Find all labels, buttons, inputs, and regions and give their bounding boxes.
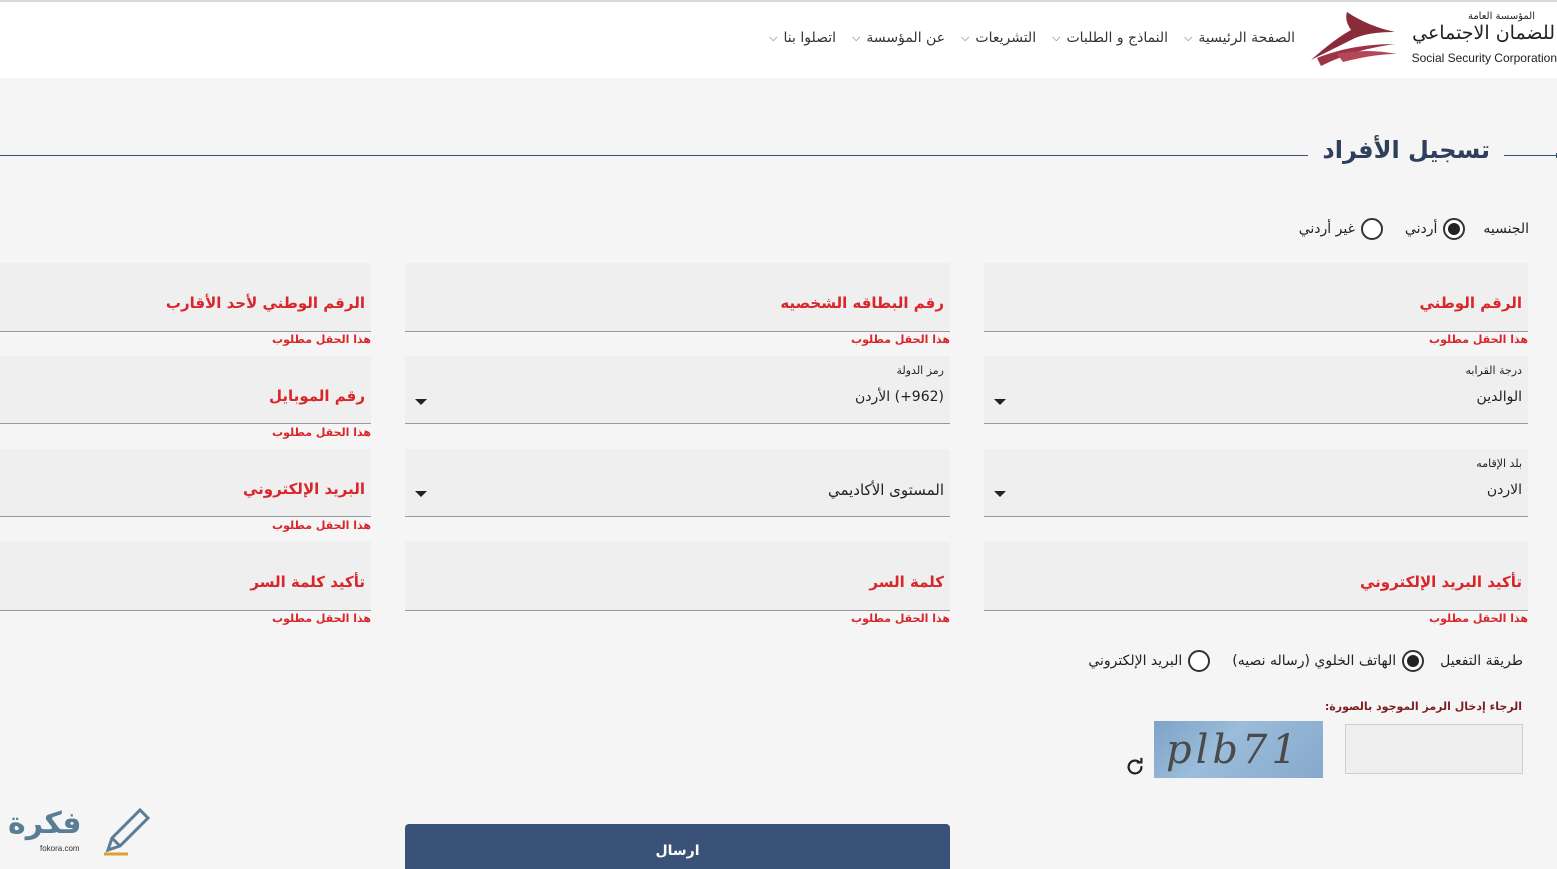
watermark-text: فكرة — [8, 806, 82, 841]
nav-label: النماذج و الطلبات — [1066, 30, 1169, 46]
nav-label: التشريعات — [975, 30, 1037, 46]
caret-down-icon — [994, 399, 1006, 405]
nationality-label: الجنسيه — [1483, 221, 1529, 237]
id-card-error: هذا الحقل مطلوب — [851, 333, 950, 346]
id-card-field[interactable]: رقم البطاقه الشخصيه — [405, 263, 950, 332]
watermark-sub: fokora.com — [40, 844, 80, 853]
logo-main-text: للضمان الاجتماعي — [1412, 22, 1555, 44]
logo-small-text: المؤسسة العامة — [1467, 11, 1535, 22]
password-field[interactable]: كلمة السر — [405, 542, 950, 611]
relation-value: الوالدين — [1476, 389, 1522, 405]
ssc-logo[interactable]: المؤسسة العامة للضمان الاجتماعي Social S… — [1307, 8, 1557, 72]
title-divider-end — [1553, 153, 1557, 158]
mobile-error: هذا الحقل مطلوب — [272, 426, 371, 439]
nav-item-contact[interactable]: اتصلوا بنا ⌵ — [769, 30, 836, 46]
national-id-label: الرقم الوطني — [1419, 294, 1522, 312]
caret-down-icon — [415, 399, 427, 405]
nav-item-legislation[interactable]: التشريعات ⌵ — [961, 30, 1036, 46]
residence-value: الاردن — [1486, 482, 1522, 498]
chevron-down-icon: ⌵ — [961, 31, 970, 44]
captcha-image-text: plb71 — [1166, 727, 1301, 773]
relative-id-error: هذا الحقل مطلوب — [272, 333, 371, 346]
activation-group: طريقة التفعيل الهاتف الخلوي (رساله نصيه)… — [1088, 650, 1523, 672]
page-title: تسجيل الأفراد — [1308, 136, 1504, 164]
password-confirm-label: تأكيد كلمة السر — [250, 573, 365, 591]
password-confirm-error: هذا الحقل مطلوب — [272, 612, 371, 625]
radio-email[interactable] — [1188, 650, 1211, 672]
nav-item-forms[interactable]: النماذج و الطلبات ⌵ — [1052, 30, 1168, 46]
nav-item-about[interactable]: عن المؤسسة ⌵ — [852, 30, 945, 46]
relative-id-field[interactable]: الرقم الوطني لأحد الأقارب — [0, 263, 371, 332]
nav-label: الصفحة الرئيسية — [1198, 30, 1295, 46]
logo-text: المؤسسة العامة للضمان الاجتماعي Social S… — [1407, 8, 1557, 72]
captcha-input[interactable] — [1345, 724, 1523, 774]
radio-non-jordanian[interactable] — [1360, 218, 1383, 240]
chevron-down-icon: ⌵ — [1184, 31, 1193, 44]
email-confirm-error: هذا الحقل مطلوب — [1429, 612, 1528, 625]
id-card-label: رقم البطاقه الشخصيه — [780, 294, 944, 312]
education-select[interactable]: المستوى الأكاديمي — [405, 449, 950, 517]
radio-non-jordanian-label: غير أردني — [1298, 221, 1355, 237]
nav-label: اتصلوا بنا — [783, 30, 837, 46]
national-id-field[interactable]: الرقم الوطني — [984, 263, 1528, 332]
nav-label: عن المؤسسة — [866, 30, 946, 46]
main-nav: الصفحة الرئيسية ⌵ النماذج و الطلبات ⌵ التش… — [769, 30, 1295, 46]
email-error: هذا الحقل مطلوب — [272, 519, 371, 532]
residence-label: بلد الإقامه — [1476, 457, 1522, 470]
chevron-down-icon: ⌵ — [852, 31, 861, 44]
caret-down-icon — [415, 491, 427, 497]
top-header: المؤسسة العامة للضمان الاجتماعي Social S… — [0, 0, 1557, 78]
logo-english-text: Social Security Corporation — [1411, 51, 1557, 65]
mobile-label: رقم الموبايل — [269, 387, 365, 405]
captcha-image: plb71 — [1154, 721, 1323, 778]
caret-down-icon — [994, 491, 1006, 497]
education-label: المستوى الأكاديمي — [827, 481, 944, 499]
password-error: هذا الحقل مطلوب — [851, 612, 950, 625]
radio-mobile-sms[interactable] — [1402, 650, 1425, 672]
radio-jordanian[interactable] — [1443, 218, 1466, 240]
chevron-down-icon: ⌵ — [1052, 31, 1061, 44]
submit-button[interactable]: ارسال — [405, 824, 950, 869]
captcha-label: الرجاء إدخال الرمز الموجود بالصورة: — [1324, 700, 1522, 713]
email-confirm-label: تأكيد البريد الإلكتروني — [1360, 573, 1522, 591]
nationality-group: الجنسيه أردني غير أردني — [1299, 218, 1529, 240]
nav-item-home[interactable]: الصفحة الرئيسية ⌵ — [1184, 30, 1295, 46]
email-confirm-field[interactable]: تأكيد البريد الإلكتروني — [984, 542, 1528, 611]
relative-id-label: الرقم الوطني لأحد الأقارب — [165, 294, 365, 312]
country-code-value: (962+) الأردن — [855, 389, 944, 405]
pencil-icon — [104, 807, 150, 856]
email-field[interactable]: البريد الإلكتروني — [0, 449, 371, 517]
radio-jordanian-label: أردني — [1404, 221, 1438, 237]
password-label: كلمة السر — [869, 573, 944, 591]
chevron-down-icon: ⌵ — [769, 31, 778, 44]
refresh-icon[interactable] — [1124, 756, 1146, 778]
activation-label: طريقة التفعيل — [1440, 653, 1523, 669]
country-code-label: رمز الدولة — [896, 364, 944, 377]
residence-select[interactable]: بلد الإقامه الاردن — [984, 449, 1528, 517]
relation-label: درجة القرابه — [1465, 364, 1522, 377]
country-code-select[interactable]: رمز الدولة (962+) الأردن — [405, 356, 950, 424]
national-id-error: هذا الحقل مطلوب — [1429, 333, 1528, 346]
watermark-logo: فكرة fokora.com — [4, 802, 150, 858]
radio-mobile-sms-label: الهاتف الخلوي (رساله نصيه) — [1232, 653, 1397, 669]
relation-select[interactable]: درجة القرابه الوالدين — [984, 356, 1528, 424]
mobile-field[interactable]: رقم الموبايل — [0, 356, 371, 424]
bird-logo-icon — [1311, 12, 1397, 66]
email-label: البريد الإلكتروني — [243, 480, 365, 498]
radio-email-label: البريد الإلكتروني — [1088, 653, 1183, 669]
password-confirm-field[interactable]: تأكيد كلمة السر — [0, 542, 371, 611]
